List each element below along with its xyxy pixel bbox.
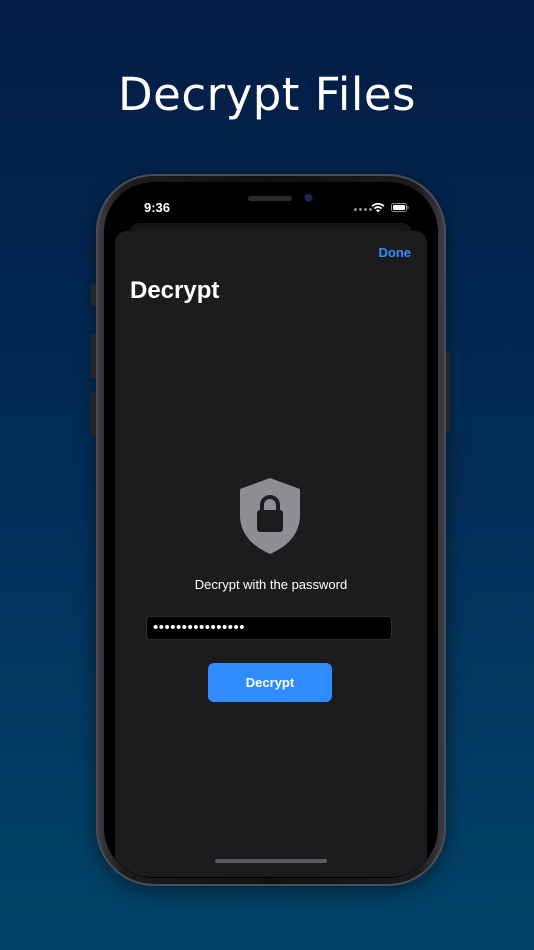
power-button [446, 352, 450, 432]
earpiece-speaker [248, 196, 292, 201]
status-time: 9:36 [144, 200, 171, 215]
password-field[interactable]: •••••••••••••••• [146, 616, 392, 640]
page-title: Decrypt [130, 277, 220, 304]
home-indicator[interactable] [215, 859, 327, 863]
front-camera [305, 194, 312, 201]
cellular-signal-icon [354, 208, 372, 211]
decrypt-sheet: Done Decrypt Decrypt with the password •… [115, 231, 427, 877]
marketing-headline: Decrypt Files [118, 68, 416, 121]
phone-screen: 9:36 Done Decrypt Decrypt with the passw… [106, 183, 436, 877]
shield-lock-icon [240, 478, 300, 554]
password-prompt-label: Decrypt with the password [194, 577, 348, 592]
done-button[interactable]: Done [379, 245, 412, 260]
wifi-icon [371, 202, 385, 213]
decrypt-button[interactable]: Decrypt [208, 663, 332, 702]
battery-icon [391, 203, 409, 212]
